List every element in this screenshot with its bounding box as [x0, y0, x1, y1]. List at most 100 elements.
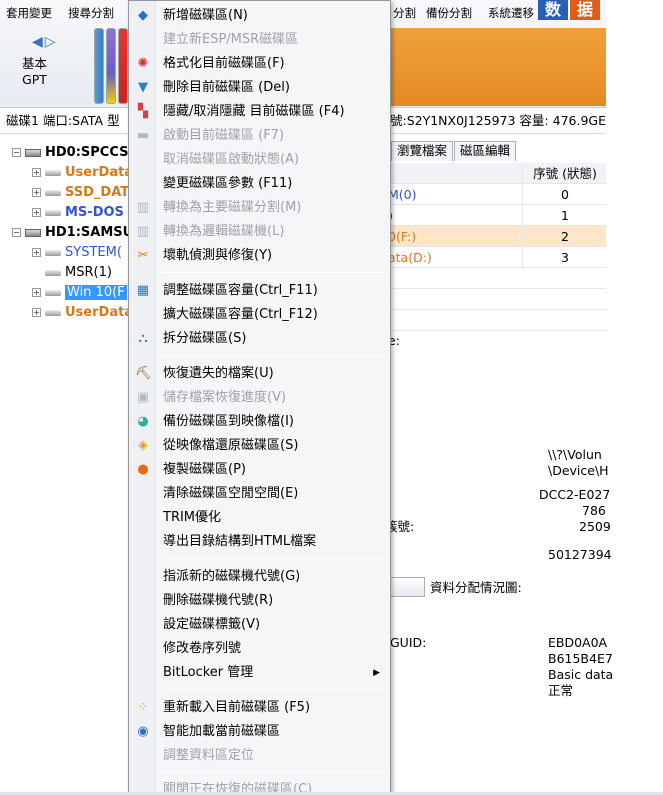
tree-disk-hd1[interactable]: − HD1:SAMSU: [12, 223, 133, 243]
activate-icon: ▬: [136, 128, 150, 143]
table-cell: 2: [522, 226, 602, 247]
expand-icon[interactable]: +: [32, 168, 41, 177]
expand-icon[interactable]: +: [32, 208, 41, 217]
logo-mark-2: 据: [570, 0, 600, 20]
gpt-label: GPT: [22, 72, 47, 87]
table-cell: 0(F:): [388, 229, 417, 244]
menu-item-smart-load[interactable]: ◉ 智能加載當前磁碟區: [129, 720, 390, 744]
tree-partition[interactable]: + SSD_DAT: [32, 183, 129, 203]
resize-icon: ▦: [136, 283, 150, 298]
menu-item-label: 新增磁碟區(N): [163, 8, 248, 23]
menu-item-resize[interactable]: ▦ 調整磁碟區容量(Ctrl_F11): [129, 279, 390, 303]
guid-value: EBD0A0A: [548, 635, 608, 650]
menu-item-activate[interactable]: ▬ 啟動目前磁碟區 (F7): [129, 124, 390, 148]
menu-item-backup-image[interactable]: ◕ 備份磁碟區到映像檔(I): [129, 410, 390, 434]
search-partition-button[interactable]: 搜尋分割: [68, 5, 114, 21]
tab-bar: 瀏覽檔案 磁區編輯: [391, 141, 517, 161]
menu-item-label: 啟動目前磁碟區 (F7): [163, 128, 285, 143]
table-row[interactable]: M(0) 0: [385, 184, 606, 205]
format-icon: ✺: [137, 56, 149, 71]
partition-icon: [45, 309, 61, 316]
menu-item-split[interactable]: ⛬ 拆分磁碟區(S): [129, 327, 390, 351]
tree-partition[interactable]: + UserData: [32, 303, 133, 323]
partition-icon: [45, 209, 61, 216]
partition-status: 正常: [548, 683, 574, 698]
tree-partition[interactable]: + MS-DOS: [32, 203, 124, 223]
partition-icon: [45, 189, 61, 196]
tab-browse-files[interactable]: 瀏覽檔案: [391, 141, 454, 161]
column-header-index: 序號 (狀態): [522, 163, 602, 184]
system-migration-button[interactable]: 系統遷移: [488, 5, 534, 21]
expand-icon[interactable]: +: [32, 248, 41, 257]
menu-item-label: 壞軌偵測與修復(Y): [163, 248, 273, 263]
tree-disk-hd0[interactable]: − HD0:SPCCSo: [12, 143, 137, 163]
apply-changes-button[interactable]: 套用變更: [6, 5, 52, 21]
menu-item-change-params[interactable]: 變更磁碟區參數 (F11): [129, 172, 390, 196]
tab-sector-editor[interactable]: 磁區編輯: [454, 141, 517, 161]
menu-item-trim[interactable]: TRIM優化: [129, 506, 390, 530]
menu-item-label: 清除磁碟區空閒空間(E): [163, 486, 299, 501]
table-cell: ): [385, 205, 522, 226]
menu-item-export-html[interactable]: 導出目錄結構到HTML檔案: [129, 530, 390, 554]
table-row[interactable]: ata(D:) 3: [385, 247, 606, 268]
tree-partition[interactable]: +MSR(1): [32, 263, 112, 283]
submenu-arrow-icon: ▶: [373, 668, 380, 678]
menu-item-adjust-data[interactable]: 調整資料區定位: [129, 744, 390, 768]
tree-label: SYSTEM(: [65, 245, 122, 260]
tree-partition-selected[interactable]: + Win 10(F: [32, 283, 127, 303]
menu-item-bitlocker[interactable]: BitLocker 管理 ▶: [129, 661, 390, 685]
menu-item-recover-files[interactable]: ⛏ 恢復遺失的檔案(U): [129, 362, 390, 386]
menu-item-convert-primary[interactable]: ▥ 轉換為主要磁碟分割(M): [129, 196, 390, 220]
menu-item-deactivate[interactable]: 取消磁碟區啟動狀態(A): [129, 148, 390, 172]
menu-item-bad-sector[interactable]: ✂ 壞軌偵測與修復(Y): [129, 244, 390, 268]
menu-item-assign-letter[interactable]: 指派新的磁碟機代號(G): [129, 565, 390, 589]
menu-separator: [161, 558, 387, 559]
menu-separator: [161, 272, 387, 273]
collapse-icon[interactable]: −: [12, 228, 21, 237]
menu-item-format[interactable]: ✺ 格式化目前磁碟區(F): [129, 52, 390, 76]
expand-icon[interactable]: +: [32, 288, 41, 297]
menu-item-serial[interactable]: 修改卷序列號: [129, 637, 390, 661]
menu-item-remove-letter[interactable]: 刪除磁碟機代號(R): [129, 589, 390, 613]
menu-item-save-progress[interactable]: ▣ 儲存檔案恢復進度(V): [129, 386, 390, 410]
hide-icon: ▚: [138, 104, 148, 119]
menu-item-label: 調整磁碟區容量(Ctrl_F11): [163, 283, 318, 298]
volume-id: DCC2-E027: [539, 487, 611, 502]
menu-item-wipe-free[interactable]: 清除磁碟區空閒空間(E): [129, 482, 390, 506]
menu-item-convert-logical[interactable]: ▥ 轉換為邏輯磁碟機(L): [129, 220, 390, 244]
expand-icon[interactable]: +: [32, 308, 41, 317]
menu-item-clone[interactable]: ● 複製磁碟區(P): [129, 458, 390, 482]
analyze-button[interactable]: [385, 577, 425, 597]
convert-primary-icon: ▥: [136, 200, 150, 215]
expand-icon[interactable]: +: [32, 188, 41, 197]
table-row[interactable]: )1: [385, 205, 606, 226]
clone-icon: ●: [137, 462, 149, 477]
menu-item-extend[interactable]: 擴大磁碟區容量(Ctrl_F12): [129, 303, 390, 327]
recover-icon: ⛏: [135, 366, 152, 381]
disk-map-bar[interactable]: [384, 28, 606, 106]
backup-partition-button[interactable]: 備份分割: [426, 5, 472, 21]
table-cell: ata(D:): [388, 250, 432, 265]
menu-item-set-label[interactable]: 設定磁碟標籤(V): [129, 613, 390, 637]
collapse-icon[interactable]: −: [12, 148, 21, 157]
menu-item-create-esp[interactable]: 建立新ESP/MSR磁碟區: [129, 28, 390, 52]
tree-label: HD1:SAMSU: [45, 225, 134, 240]
menu-item-delete[interactable]: ▼ 刪除目前磁碟區 (Del): [129, 76, 390, 100]
menu-item-hide[interactable]: ▚ 隱藏/取消隱藏 目前磁碟區 (F4): [129, 100, 390, 124]
tree-partition[interactable]: + SYSTEM(: [32, 243, 122, 263]
bad-sector-icon: ✂: [137, 248, 149, 263]
save-progress-icon: ▣: [136, 390, 150, 405]
tree-label: Win 10(F: [65, 285, 127, 300]
split-icon: ⛬: [138, 331, 148, 346]
menu-item-label: 轉換為主要磁碟分割(M): [163, 200, 302, 215]
menu-item-reload[interactable]: ⁘ 重新載入目前磁碟區 (F5): [129, 696, 390, 720]
table-row-selected[interactable]: 0(F:) 2: [385, 226, 606, 247]
nav-arrows-icon[interactable]: ◀▷: [32, 34, 58, 50]
volume-path: \\?\Volun: [548, 447, 602, 462]
menu-item-restore-image[interactable]: ◈ 從映像檔還原磁碟區(S): [129, 434, 390, 458]
partition-button[interactable]: 分割: [393, 5, 416, 21]
guid-value-2: B615B4E7: [548, 651, 613, 666]
disk-type-label: 基本 GPT: [22, 56, 47, 88]
menu-item-create-partition[interactable]: ◆ 新增磁碟區(N): [129, 4, 390, 28]
tree-partition[interactable]: + UserData: [32, 163, 133, 183]
